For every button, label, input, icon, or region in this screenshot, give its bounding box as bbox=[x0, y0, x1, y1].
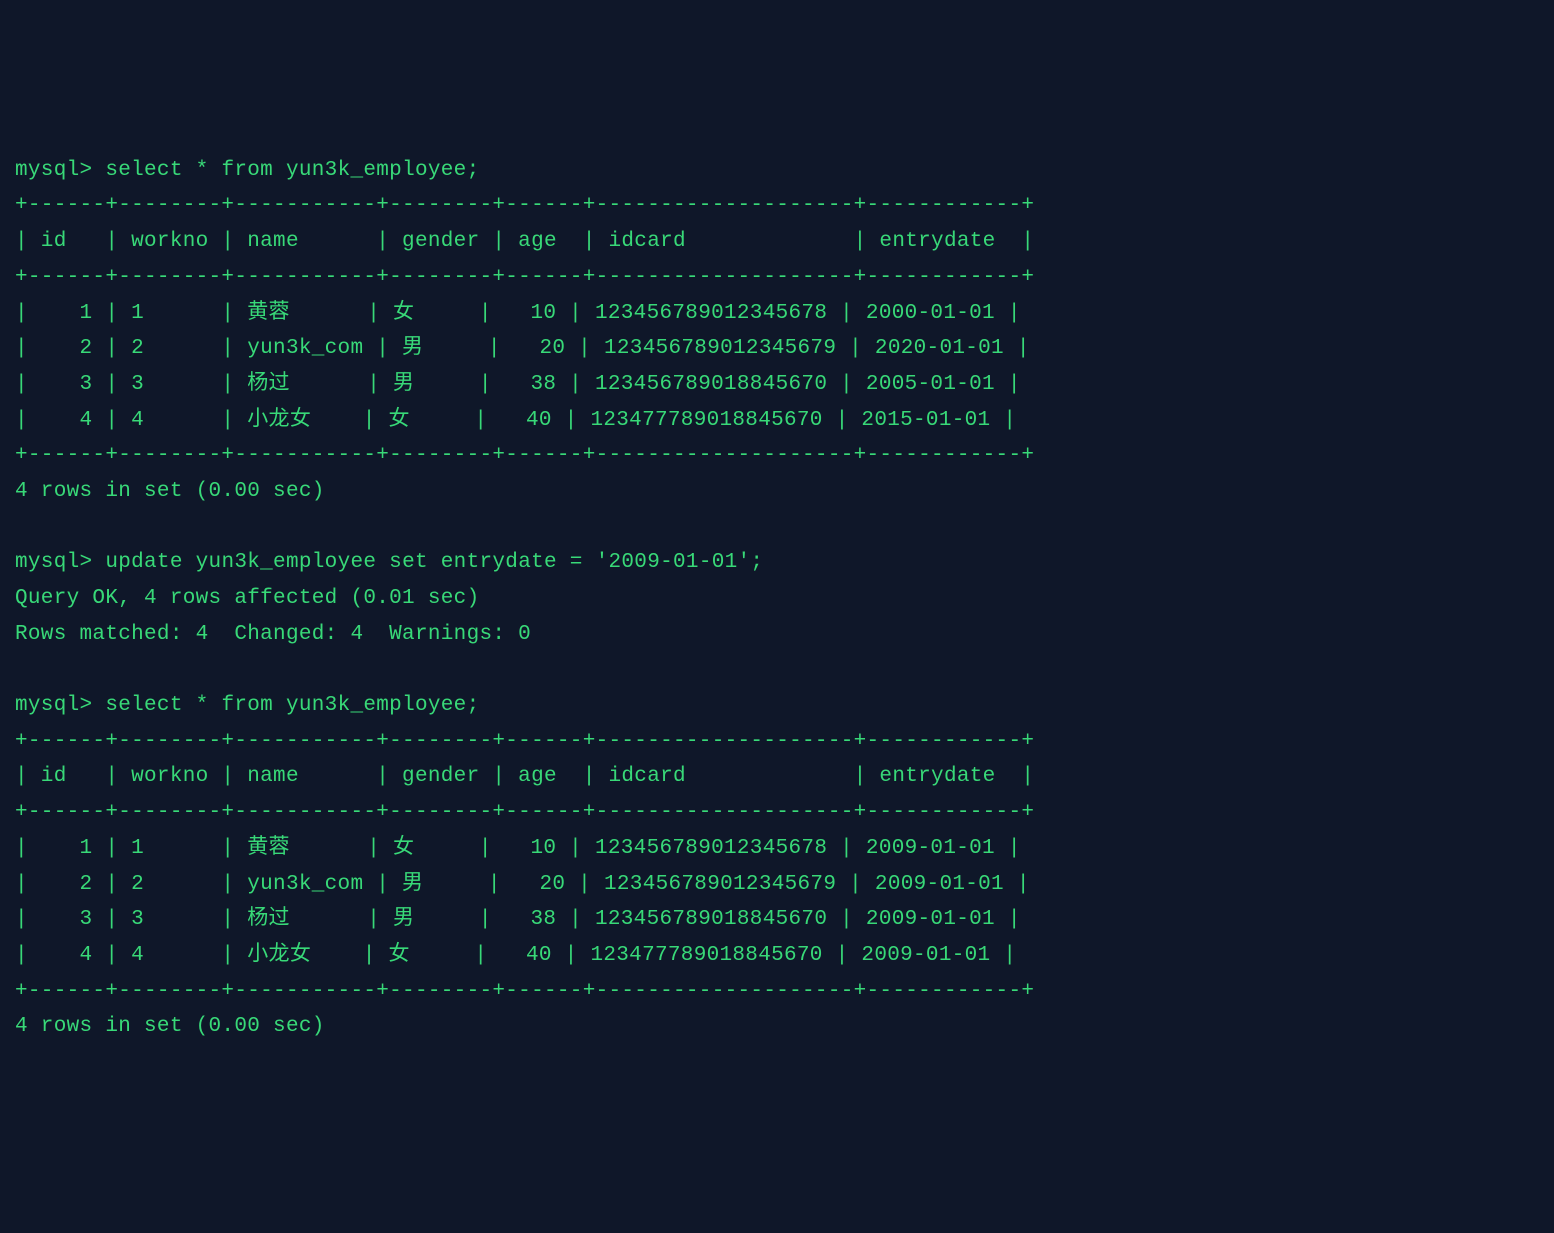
terminal-output[interactable]: mysql> select * from yun3k_employee; +--… bbox=[15, 153, 1539, 1045]
table1-row: | 2 | 2 | yun3k_com | 男 | 20 | 123456789… bbox=[15, 337, 1030, 360]
table1-header: | id | workno | name | gender | age | id… bbox=[15, 230, 1034, 253]
table2-header: | id | workno | name | gender | age | id… bbox=[15, 765, 1034, 788]
table2-border-mid: +------+--------+-----------+--------+--… bbox=[15, 801, 1034, 824]
table2-row: | 4 | 4 | 小龙女 | 女 | 40 | 123477789018845… bbox=[15, 944, 1016, 967]
table2-border-top: +------+--------+-----------+--------+--… bbox=[15, 730, 1034, 753]
table1-summary: 4 rows in set (0.00 sec) bbox=[15, 480, 325, 503]
mysql-prompt: mysql> bbox=[15, 159, 92, 182]
sql-query-select1: select * from yun3k_employee; bbox=[105, 159, 479, 182]
table1-row: | 1 | 1 | 黄蓉 | 女 | 10 | 1234567890123456… bbox=[15, 302, 1021, 325]
table1-row: | 4 | 4 | 小龙女 | 女 | 40 | 123477789018845… bbox=[15, 409, 1016, 432]
table1-border-mid: +------+--------+-----------+--------+--… bbox=[15, 266, 1034, 289]
table2-summary: 4 rows in set (0.00 sec) bbox=[15, 1015, 325, 1038]
update-result-line1: Query OK, 4 rows affected (0.01 sec) bbox=[15, 587, 479, 610]
table1-border-bot: +------+--------+-----------+--------+--… bbox=[15, 444, 1034, 467]
update-result-line2: Rows matched: 4 Changed: 4 Warnings: 0 bbox=[15, 623, 531, 646]
mysql-prompt: mysql> bbox=[15, 694, 92, 717]
table2-border-bot: +------+--------+-----------+--------+--… bbox=[15, 980, 1034, 1003]
table2-row: | 3 | 3 | 杨过 | 男 | 38 | 1234567890188456… bbox=[15, 908, 1021, 931]
table1-row: | 3 | 3 | 杨过 | 男 | 38 | 1234567890188456… bbox=[15, 373, 1021, 396]
mysql-prompt: mysql> bbox=[15, 551, 92, 574]
table1-border-top: +------+--------+-----------+--------+--… bbox=[15, 194, 1034, 217]
table2-row: | 2 | 2 | yun3k_com | 男 | 20 | 123456789… bbox=[15, 873, 1030, 896]
table2-row: | 1 | 1 | 黄蓉 | 女 | 10 | 1234567890123456… bbox=[15, 837, 1021, 860]
sql-query-select2: select * from yun3k_employee; bbox=[105, 694, 479, 717]
sql-query-update: update yun3k_employee set entrydate = '2… bbox=[105, 551, 763, 574]
